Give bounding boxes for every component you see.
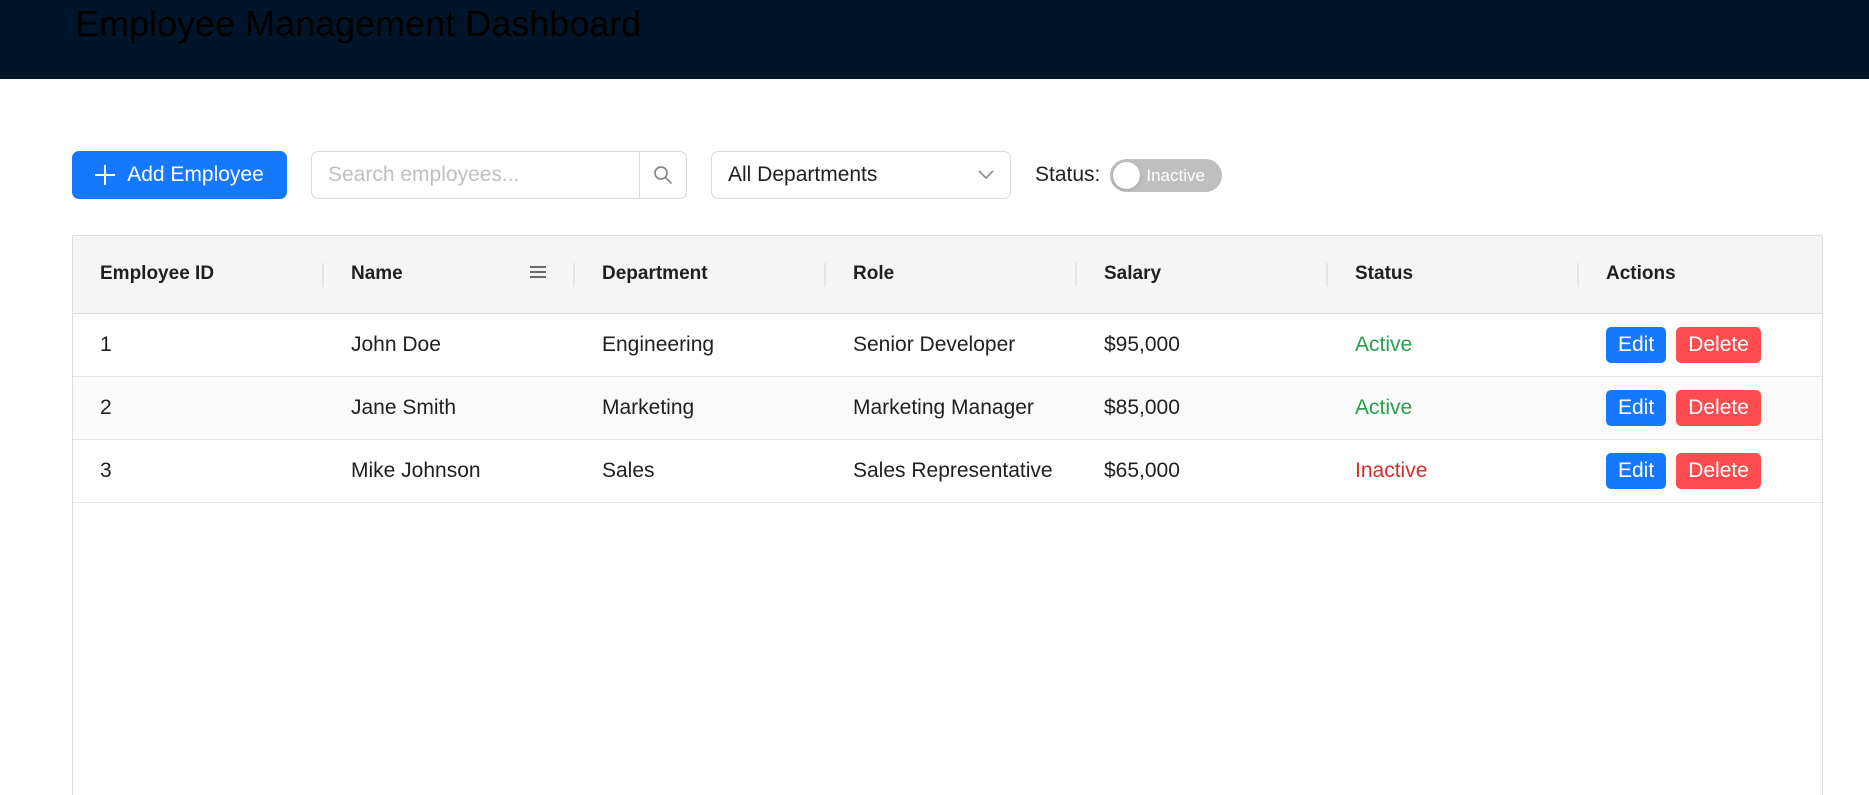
search-button[interactable]	[639, 151, 687, 199]
table-row[interactable]: 2 Jane Smith Marketing Marketing Manager…	[73, 376, 1822, 440]
delete-button[interactable]: Delete	[1676, 452, 1761, 489]
cell-department: Marketing	[575, 376, 826, 440]
search-group	[311, 151, 687, 199]
column-divider[interactable]	[1822, 263, 1823, 287]
app-header: Employee Management Dashboard	[0, 0, 1869, 79]
edit-button[interactable]: Edit	[1606, 452, 1667, 489]
status-label: Status:	[1035, 163, 1101, 186]
column-header-salary[interactable]: Salary	[1077, 236, 1328, 314]
column-header-actions: Actions	[1579, 236, 1823, 314]
cell-role: Sales Representative	[826, 439, 1077, 503]
table-row[interactable]: 1 John Doe Engineering Senior Developer …	[73, 313, 1822, 377]
cell-actions: Edit Delete	[1579, 439, 1822, 503]
column-header-name[interactable]: Name	[324, 236, 575, 314]
column-header-role[interactable]: Role	[826, 236, 1077, 314]
cell-salary: $85,000	[1077, 376, 1328, 440]
column-header-employee-id[interactable]: Employee ID	[73, 236, 324, 314]
status-toggle-text: Inactive	[1146, 165, 1205, 185]
toolbar: Add Employee All Departments Status: Ina…	[72, 151, 1223, 199]
cell-status: Active	[1328, 313, 1579, 377]
employee-table: Employee ID Name Department Role Salary …	[72, 235, 1823, 795]
search-icon	[654, 166, 672, 184]
cell-name: Jane Smith	[324, 376, 575, 440]
cell-salary: $65,000	[1077, 439, 1328, 503]
edit-button[interactable]: Edit	[1606, 326, 1667, 363]
cell-role: Marketing Manager	[826, 376, 1077, 440]
cell-salary: $95,000	[1077, 313, 1328, 377]
cell-department: Sales	[575, 439, 826, 503]
cell-employee-id: 2	[73, 376, 324, 440]
column-header-status[interactable]: Status	[1328, 236, 1579, 314]
menu-icon[interactable]	[529, 265, 547, 279]
cell-status: Active	[1328, 376, 1579, 440]
cell-name: Mike Johnson	[324, 439, 575, 503]
table-row[interactable]: 3 Mike Johnson Sales Sales Representativ…	[73, 439, 1822, 503]
cell-role: Senior Developer	[826, 313, 1077, 377]
cell-employee-id: 3	[73, 439, 324, 503]
department-select[interactable]: All Departments	[711, 151, 1011, 199]
edit-button[interactable]: Edit	[1606, 389, 1667, 426]
add-employee-label: Add Employee	[127, 163, 264, 186]
plus-icon	[95, 165, 116, 185]
cell-name: John Doe	[324, 313, 575, 377]
delete-button[interactable]: Delete	[1676, 389, 1761, 426]
cell-employee-id: 1	[73, 313, 324, 377]
toggle-knob	[1113, 161, 1141, 189]
cell-actions: Edit Delete	[1579, 376, 1822, 440]
department-select-value: All Departments	[728, 163, 878, 186]
page-title: Employee Management Dashboard	[75, 3, 642, 44]
cell-actions: Edit Delete	[1579, 313, 1822, 377]
status-toggle[interactable]: Inactive	[1110, 158, 1223, 192]
cell-status: Inactive	[1328, 439, 1579, 503]
column-header-department[interactable]: Department	[575, 236, 826, 314]
search-input[interactable]	[311, 151, 639, 199]
chevron-down-icon	[978, 170, 994, 180]
add-employee-button[interactable]: Add Employee	[72, 151, 287, 199]
delete-button[interactable]: Delete	[1676, 326, 1761, 363]
cell-department: Engineering	[575, 313, 826, 377]
table-header-row: Employee ID Name Department Role Salary …	[73, 236, 1823, 314]
